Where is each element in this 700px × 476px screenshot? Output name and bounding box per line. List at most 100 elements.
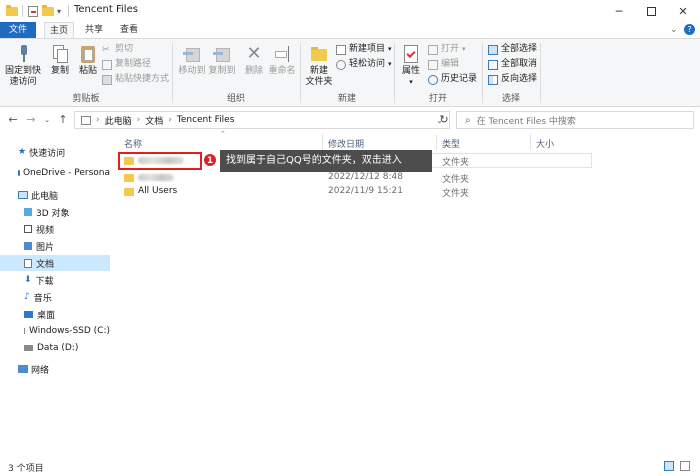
ribbon: 固定到快 速访问 复制 粘贴 ✂ 剪切 复制路径 粘贴快捷方式 剪贴板 移动到 bbox=[0, 38, 700, 107]
pin-quick-access-button[interactable]: 固定到快 速访问 bbox=[4, 42, 42, 88]
tab-home[interactable]: 主页 bbox=[44, 22, 74, 39]
history-button[interactable]: 历史记录 bbox=[428, 73, 477, 86]
sidebar-item-3d-objects[interactable]: 3D 对象 bbox=[0, 204, 110, 220]
sidebar-item-label: 文档 bbox=[36, 259, 55, 270]
file-type: 文件夹 bbox=[442, 189, 470, 199]
cloud-icon bbox=[18, 170, 20, 176]
column-divider[interactable] bbox=[436, 134, 437, 150]
history-label: 历史记录 bbox=[441, 74, 478, 84]
cut-button[interactable]: ✂ 剪切 bbox=[102, 43, 133, 56]
invert-selection-button[interactable]: 反向选择 bbox=[488, 73, 537, 86]
large-icons-view-icon[interactable] bbox=[680, 461, 690, 471]
chevron-down-icon[interactable]: ▾ bbox=[57, 3, 61, 19]
sidebar-item-downloads[interactable]: ⬇ 下载 bbox=[0, 272, 110, 288]
highlight-box bbox=[118, 152, 202, 170]
edit-label: 编辑 bbox=[441, 59, 460, 69]
sidebar-item-pictures[interactable]: 图片 bbox=[0, 238, 110, 254]
select-none-button[interactable]: 全部取消 bbox=[488, 58, 537, 71]
sidebar-item-documents[interactable]: 文档 bbox=[0, 255, 110, 271]
computer-icon bbox=[18, 191, 28, 199]
close-button[interactable]: ✕ bbox=[668, 0, 698, 22]
paste-button[interactable]: 粘贴 bbox=[70, 42, 106, 77]
up-arrow-icon[interactable]: ↑ bbox=[56, 112, 70, 128]
help-icon[interactable]: ? bbox=[684, 24, 695, 35]
collapse-ribbon-icon[interactable]: ⌄ bbox=[670, 25, 678, 35]
copy-to-label: 复制到 bbox=[208, 66, 236, 76]
file-name-redacted bbox=[138, 174, 174, 184]
back-arrow-icon[interactable]: ← bbox=[6, 112, 20, 128]
breadcrumb-this-pc[interactable]: 此电脑 bbox=[105, 114, 132, 127]
sidebar-item-music[interactable]: ♪ 音乐 bbox=[0, 289, 110, 305]
table-row[interactable]: All Users 2022/11/9 15:21 文件夹 bbox=[114, 184, 594, 199]
copy-path-button[interactable]: 复制路径 bbox=[102, 58, 151, 71]
open-label: 打开 bbox=[441, 44, 460, 54]
open-button[interactable]: 打开 ▾ bbox=[428, 43, 466, 56]
new-folder-icon bbox=[309, 44, 329, 64]
details-view-icon[interactable] bbox=[664, 461, 674, 471]
select-all-icon bbox=[488, 44, 498, 55]
invert-selection-icon bbox=[488, 74, 498, 85]
column-header-size[interactable]: 大小 bbox=[536, 137, 554, 150]
forward-arrow-icon[interactable]: → bbox=[24, 112, 38, 128]
select-group-label: 选择 bbox=[501, 94, 520, 104]
paste-label: 粘贴 bbox=[78, 66, 97, 76]
column-header-name[interactable]: 名称 bbox=[124, 137, 142, 150]
sidebar-item-videos[interactable]: 视频 bbox=[0, 221, 110, 237]
tab-view[interactable]: 查看 bbox=[114, 22, 144, 38]
sidebar-item-onedrive[interactable]: OneDrive - Persona bbox=[0, 165, 110, 181]
sidebar-item-network[interactable]: 网络 bbox=[0, 361, 110, 377]
folder-icon bbox=[124, 188, 134, 196]
ribbon-separator bbox=[540, 43, 541, 103]
scissors-icon: ✂ bbox=[102, 44, 110, 55]
maximize-button[interactable] bbox=[636, 0, 666, 22]
sidebar-item-label: Data (D:) bbox=[37, 343, 79, 353]
column-divider[interactable] bbox=[322, 134, 323, 150]
sidebar-item-drive-d[interactable]: Data (D:) bbox=[0, 340, 110, 356]
folder-icon bbox=[6, 3, 18, 19]
tab-file[interactable]: 文件 bbox=[0, 22, 36, 38]
rename-button[interactable]: 重命名 bbox=[264, 42, 300, 77]
sidebar-item-label: 图片 bbox=[36, 242, 55, 253]
column-divider[interactable] bbox=[530, 134, 531, 150]
download-icon: ⬇ bbox=[24, 275, 32, 285]
item-count: 3 个项目 bbox=[8, 464, 44, 474]
sidebar-item-label: 视频 bbox=[36, 225, 55, 236]
cut-label: 剪切 bbox=[115, 44, 134, 54]
paste-shortcut-button[interactable]: 粘贴快捷方式 bbox=[102, 73, 169, 86]
address-bar[interactable]: › 此电脑 › 文档 › Tencent Files ⌄ bbox=[74, 111, 450, 129]
new-folder-quick-icon[interactable] bbox=[42, 3, 54, 19]
file-list: 名称 ⌃ 修改日期 类型 大小 文件夹 1 找到属于自己QQ号的文件夹，双击进入… bbox=[114, 130, 700, 458]
quick-access-separator bbox=[22, 3, 23, 19]
properties-button[interactable]: 属性 ▾ bbox=[396, 42, 426, 88]
table-row[interactable]: 2022/12/12 8:48 文件夹 bbox=[114, 170, 594, 185]
breadcrumb-separator-icon: › bbox=[136, 115, 141, 125]
select-all-label: 全部选择 bbox=[501, 44, 538, 54]
copy-to-button[interactable]: 复制到 bbox=[204, 42, 240, 77]
sidebar-item-drive-c[interactable]: Windows-SSD (C:) bbox=[0, 323, 110, 339]
sidebar-item-this-pc[interactable]: 此电脑 bbox=[0, 187, 110, 203]
column-header-type[interactable]: 类型 bbox=[442, 137, 460, 150]
edit-button[interactable]: 编辑 bbox=[428, 58, 459, 71]
step-number-badge: 1 bbox=[203, 153, 217, 167]
recent-locations-chevron-icon[interactable]: ⌄ bbox=[40, 112, 54, 128]
breadcrumb-tencent-files[interactable]: Tencent Files bbox=[177, 115, 235, 125]
tab-share[interactable]: 共享 bbox=[80, 22, 108, 38]
easy-access-button[interactable]: 轻松访问 ▾ bbox=[336, 58, 392, 71]
new-folder-button[interactable]: 新建 文件夹 bbox=[302, 42, 336, 88]
select-none-icon bbox=[488, 59, 498, 70]
properties-quick-icon[interactable] bbox=[28, 3, 38, 19]
new-item-button[interactable]: 新建项目 ▾ bbox=[336, 43, 392, 56]
sidebar-item-desktop[interactable]: 桌面 bbox=[0, 306, 110, 322]
sidebar-item-quick-access[interactable]: ★ 快速访问 bbox=[0, 144, 110, 160]
select-all-button[interactable]: 全部选择 bbox=[488, 43, 537, 56]
chevron-down-icon: ▾ bbox=[388, 60, 392, 68]
refresh-icon[interactable]: ↻ bbox=[435, 111, 453, 129]
minimize-button[interactable]: ─ bbox=[604, 0, 634, 22]
copy-path-icon bbox=[102, 59, 112, 70]
breadcrumb-documents[interactable]: 文档 bbox=[145, 114, 163, 127]
column-header-modified[interactable]: 修改日期 bbox=[328, 137, 364, 150]
edit-icon bbox=[428, 59, 438, 70]
new-folder-label: 新建 文件夹 bbox=[305, 66, 333, 87]
search-icon: ⌕ bbox=[465, 114, 471, 126]
search-input[interactable]: ⌕ 在 Tencent Files 中搜索 bbox=[456, 111, 694, 129]
